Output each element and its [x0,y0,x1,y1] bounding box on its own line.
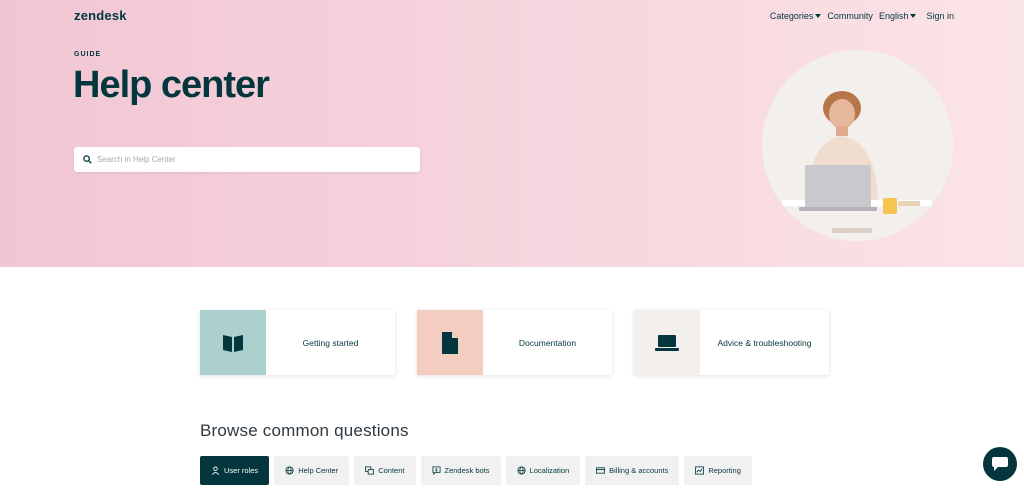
user-icon [211,466,220,475]
chip-content[interactable]: Content [354,456,416,485]
question-filter-chips: User roles Help Center Content Zendesk b… [200,456,757,485]
hero-banner: zendesk Categories Community English Sig… [0,0,1024,267]
category-card-documentation[interactable]: Documentation [417,310,612,375]
chip-label: Localization [529,466,570,475]
nav-categories-label: Categories [769,11,814,21]
browse-heading: Browse common questions [200,421,409,440]
chip-label: User roles [224,466,259,475]
card-icon [596,467,606,474]
globe-icon [517,466,526,475]
chart-icon [695,466,705,475]
chip-label: Reporting [708,466,741,475]
laptop-icon [655,334,679,351]
category-cards: Getting started Documentation Advice & t… [200,310,851,375]
nav-language-label: English [878,11,909,21]
search-input[interactable] [97,155,397,164]
sign-in-link[interactable]: Sign in [926,11,954,21]
chat-icon [992,457,1008,471]
chip-label: Billing & accounts [609,466,669,475]
category-card-advice[interactable]: Advice & troubleshooting [634,310,829,375]
nav-language[interactable]: English [879,11,917,21]
nav-community-label: Community [827,11,873,21]
category-card-getting-started[interactable]: Getting started [200,310,395,375]
category-label: Advice & troubleshooting [717,337,812,348]
sign-in-label: Sign in [926,11,954,21]
search-box[interactable] [74,147,420,172]
nav-community[interactable]: Community [827,11,873,21]
nav-categories[interactable]: Categories [770,11,822,21]
category-label: Documentation [518,337,577,348]
chip-zendesk-bots[interactable]: Zendesk bots [420,456,501,485]
hero-illustration [762,50,953,241]
book-icon [223,334,243,352]
bot-icon [431,466,441,475]
chevron-down-icon [815,14,822,18]
chip-label: Zendesk bots [444,466,490,475]
zendesk-logo[interactable]: zendesk [74,8,127,23]
chip-localization[interactable]: Localization [505,456,581,485]
content-icon [365,466,375,475]
top-nav: Categories Community English Sign in [764,11,954,21]
chevron-down-icon [910,14,917,18]
search-icon [83,155,92,164]
chip-label: Content [378,466,405,475]
chip-help-center[interactable]: Help Center [274,456,350,485]
document-icon [442,331,458,354]
hero-eyebrow: GUIDE [74,51,102,58]
page-title: Help center [73,64,270,106]
chip-user-roles[interactable]: User roles [200,456,270,485]
chip-billing[interactable]: Billing & accounts [585,456,680,485]
chat-widget-button[interactable] [983,447,1017,481]
category-thumb [200,310,266,375]
category-thumb [634,310,700,375]
globe-icon [285,466,294,475]
category-thumb [417,310,483,375]
chip-label: Help Center [298,466,339,475]
chip-reporting[interactable]: Reporting [684,456,752,485]
category-label: Getting started [302,337,359,348]
